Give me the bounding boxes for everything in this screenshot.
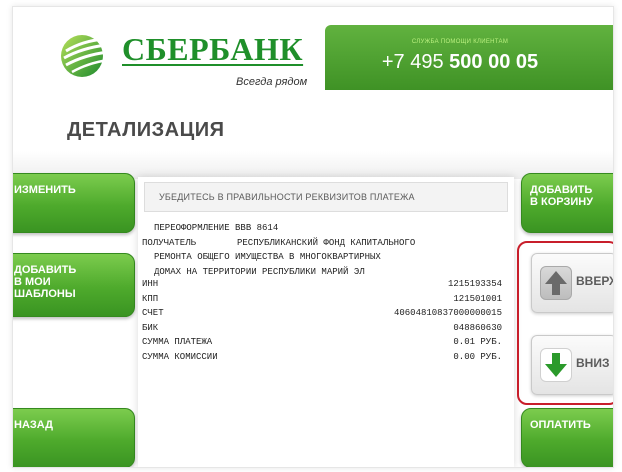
helpline-panel: СЛУЖБА ПОМОЩИ КЛИЕНТАМ +7 495 500 00 05 — [325, 25, 613, 90]
field-value: 0.00 РУБ. — [453, 351, 502, 362]
back-button[interactable]: НАЗАД — [13, 408, 135, 467]
field-label: СЧЕТ — [142, 308, 164, 318]
field-label: КПП — [142, 293, 159, 304]
purpose-line: ПЕРЕОФОРМЛЕНИЕ ВВВ 8614 — [142, 221, 502, 236]
field-value: 121501001 — [453, 293, 502, 304]
helpline-phone: +7 495 500 00 05 — [325, 51, 595, 74]
field-label: СУММА КОМИССИИ — [142, 351, 218, 362]
add-to-cart-button[interactable]: ДОБАВИТЬ В КОРЗИНУ — [521, 173, 613, 233]
field-value: 40604810837000000015 — [393, 308, 502, 318]
brand-name: СБЕРБАНК — [122, 31, 304, 67]
field-value: 0.01 РУБ. — [453, 337, 502, 347]
atm-screen: СБЕРБАНК Всегда рядом СЛУЖБА ПОМОЩИ КЛИЕ… — [12, 6, 614, 468]
helpline-phone-number: 500 00 05 — [449, 51, 539, 73]
payment-details-panel: УБЕДИТЕСЬ В ПРАВИЛЬНОСТИ РЕКВИЗИТОВ ПЛАТ… — [138, 177, 514, 467]
field-row: СУММА ПЛАТЕЖА 0.01 РУБ. — [142, 337, 502, 352]
field-label: СУММА ПЛАТЕЖА — [142, 337, 213, 347]
scroll-controls-highlight: ВВЕРХ ВНИЗ — [517, 241, 614, 405]
sberbank-logo-icon — [61, 35, 109, 77]
payment-details: ПЕРЕОФОРМЛЕНИЕ ВВВ 8614 ПОЛУЧАТЕЛЬ РЕСПУБ… — [142, 221, 502, 366]
field-row: ИНН 1215193354 — [142, 279, 502, 294]
add-to-templates-label: ДОБАВИТЬ В МОИ ШАБЛОНЫ — [14, 264, 77, 300]
add-to-templates-button[interactable]: ДОБАВИТЬ В МОИ ШАБЛОНЫ — [13, 253, 135, 317]
scroll-up-button[interactable]: ВВЕРХ — [531, 253, 614, 313]
pay-button-label: ОПЛАТИТЬ — [530, 419, 591, 431]
verify-details-header: УБЕДИТЕСЬ В ПРАВИЛЬНОСТИ РЕКВИЗИТОВ ПЛАТ… — [144, 182, 508, 212]
recipient-name-2: РЕМОНТА ОБЩЕГО ИМУЩЕСТВА В МНОГОКВАРТИРН… — [154, 252, 381, 262]
helpline-phone-prefix: +7 495 — [381, 51, 450, 73]
page-title: ДЕТАЛИЗАЦИЯ — [67, 119, 225, 141]
add-to-cart-label: ДОБАВИТЬ В КОРЗИНУ — [530, 184, 594, 208]
scroll-down-label: ВНИЗ — [576, 356, 610, 370]
field-value: 048860630 — [453, 322, 502, 333]
arrow-up-icon — [540, 266, 572, 300]
recipient-label: ПОЛУЧАТЕЛЬ — [142, 237, 197, 248]
helpline-label: СЛУЖБА ПОМОЩИ КЛИЕНТАМ — [411, 39, 509, 45]
field-row: СУММА КОМИССИИ 0.00 РУБ. — [142, 352, 502, 367]
scroll-up-label: ВВЕРХ — [576, 274, 614, 288]
change-button-label: ИЗМЕНИТЬ — [14, 184, 76, 196]
change-button[interactable]: ИЗМЕНИТЬ — [13, 173, 135, 233]
recipient-line-3: ДОМАХ НА ТЕРРИТОРИИ РЕСПУБЛИКИ МАРИЙ ЭЛ — [142, 265, 502, 280]
recipient-name-3: ДОМАХ НА ТЕРРИТОРИИ РЕСПУБЛИКИ МАРИЙ ЭЛ — [154, 266, 365, 277]
payment-purpose: ПЕРЕОФОРМЛЕНИЕ ВВВ 8614 — [154, 223, 279, 233]
recipient-name-1: РЕСПУБЛИКАНСКИЙ ФОНД КАПИТАЛЬНОГО — [237, 237, 416, 248]
pay-button[interactable]: ОПЛАТИТЬ — [521, 408, 613, 467]
field-row: КПП 121501001 — [142, 294, 502, 309]
scroll-down-button[interactable]: ВНИЗ — [531, 335, 613, 395]
recipient-line-2: РЕМОНТА ОБЩЕГО ИМУЩЕСТВА В МНОГОКВАРТИРН… — [142, 250, 502, 265]
recipient-line: ПОЛУЧАТЕЛЬ РЕСПУБЛИКАНСКИЙ ФОНД КАПИТАЛЬН… — [142, 236, 502, 251]
sberbank-logo: СБЕРБАНК Всегда рядом — [58, 25, 328, 88]
field-row: БИК 048860630 — [142, 323, 502, 338]
arrow-down-icon — [540, 348, 572, 382]
field-value: 1215193354 — [447, 279, 502, 289]
field-label: БИК — [142, 322, 159, 333]
brand-slogan: Всегда рядом — [236, 76, 308, 88]
field-row: СЧЕТ 40604810837000000015 — [142, 308, 502, 323]
back-button-label: НАЗАД — [14, 419, 53, 431]
field-label: ИНН — [142, 279, 159, 289]
